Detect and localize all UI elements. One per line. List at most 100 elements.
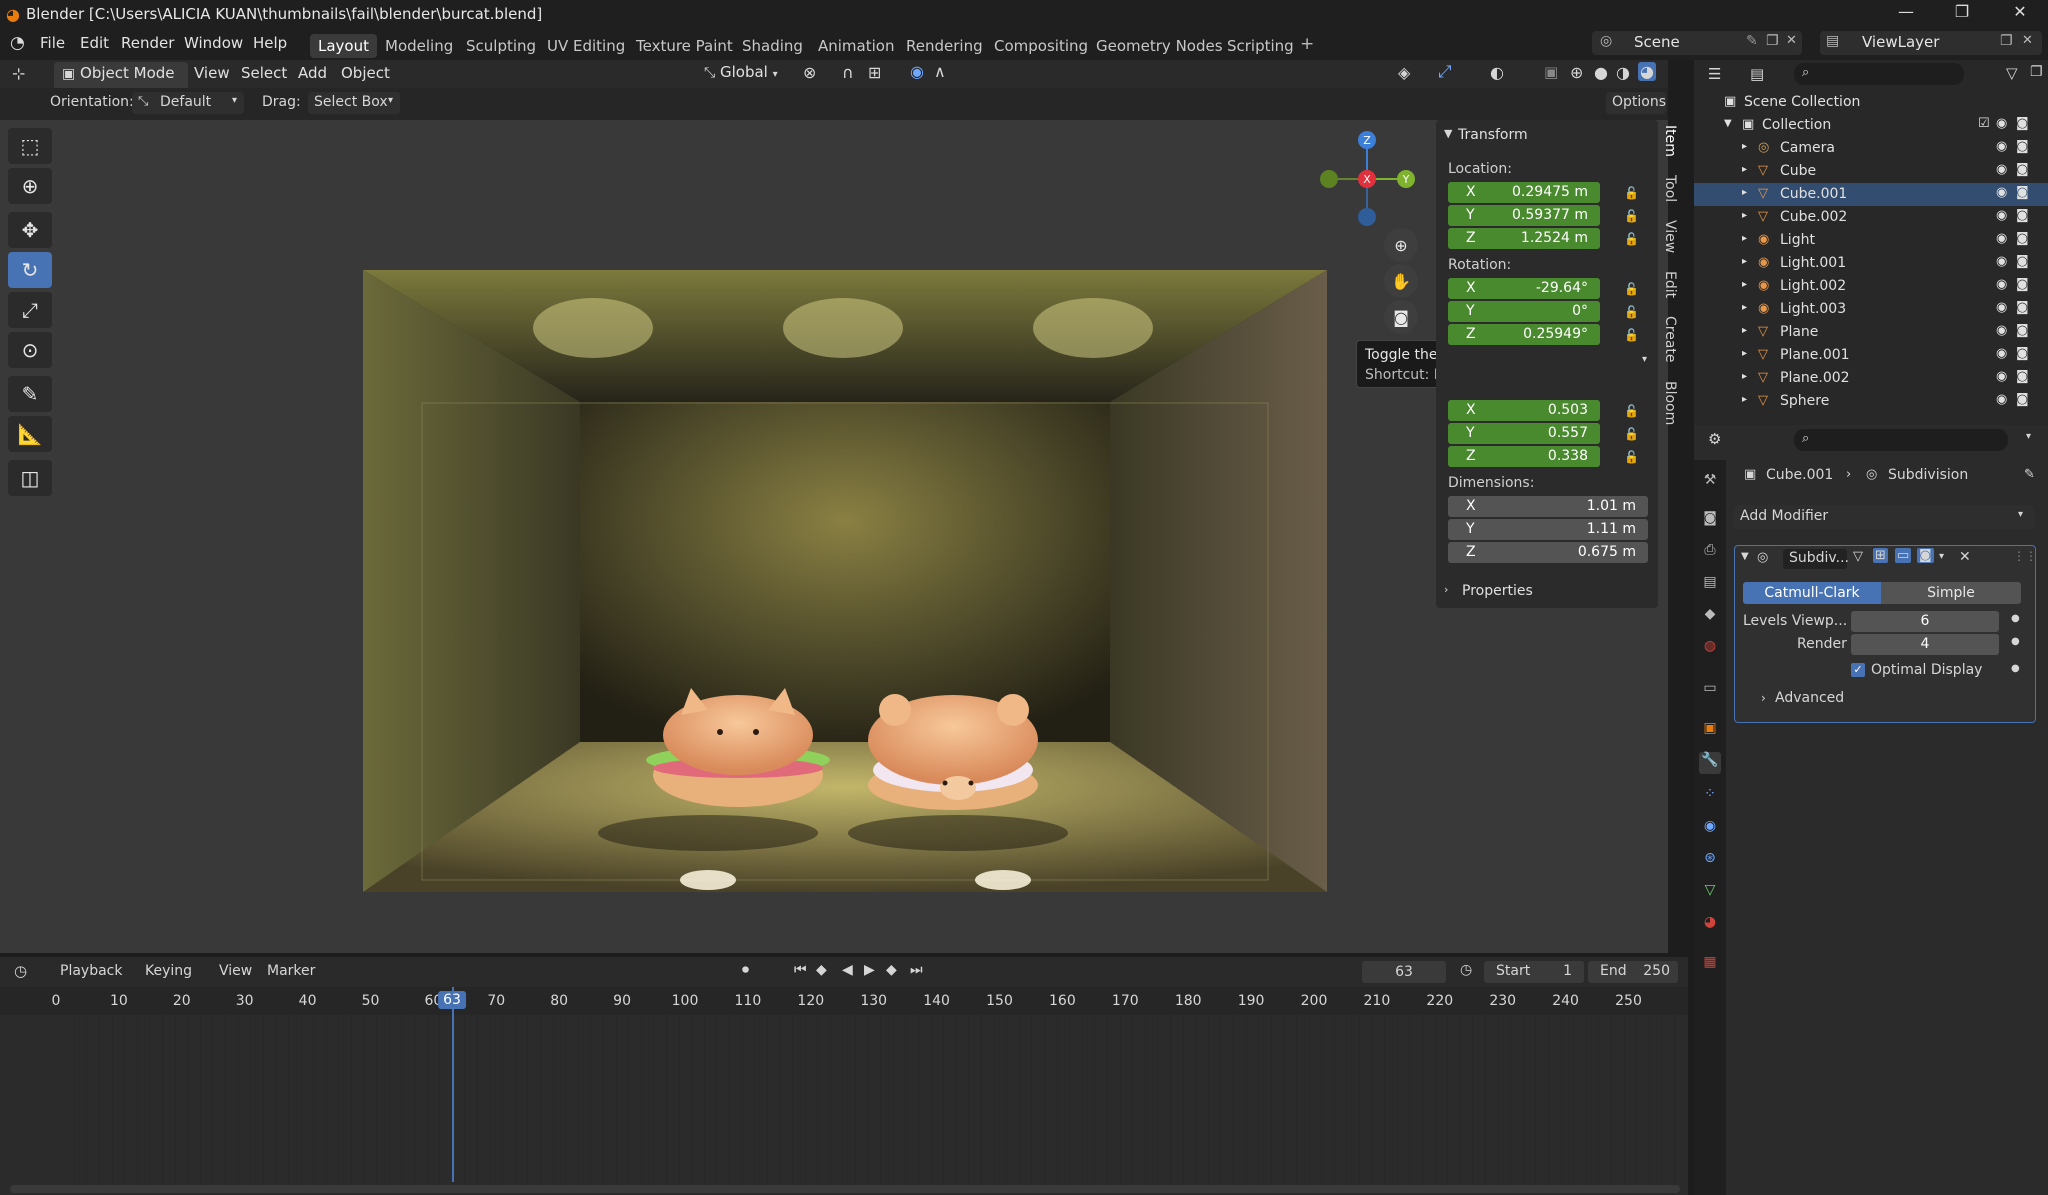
tab-rendering[interactable]: Rendering <box>898 34 991 58</box>
tab-edit[interactable]: Edit <box>1662 271 1678 298</box>
close-icon[interactable]: ✕ <box>1959 549 1971 565</box>
proportional-edit-icon[interactable]: ◉ <box>910 62 924 81</box>
render-toggle-icon[interactable]: ◙ <box>1917 548 1934 563</box>
scale-z-field[interactable]: Z 0.338 <box>1448 446 1600 467</box>
render-camera-icon[interactable]: ◙ <box>2016 185 2029 200</box>
texture-tab-icon[interactable]: ▦ <box>1699 954 1721 976</box>
outliner-row-object[interactable]: ▸ ◉ Light.003 ◉ ◙ <box>1694 298 2048 321</box>
scale-tool[interactable]: ⤢ <box>8 292 52 328</box>
minimize-button[interactable]: — <box>1886 2 1926 26</box>
transform-orientation-dropdown[interactable]: ⤡ Global ▾ <box>704 63 792 81</box>
lock-icon[interactable]: 🔓 <box>1624 209 1639 223</box>
eye-icon[interactable]: ◉ <box>1996 392 2007 407</box>
outliner-row-object[interactable]: ▸ ▽ Plane.001 ◉ ◙ <box>1694 344 2048 367</box>
eye-icon[interactable]: ◉ <box>1996 139 2007 154</box>
properties-search-input[interactable]: ⌕ <box>1794 429 2008 451</box>
close-button[interactable]: ✕ <box>2000 2 2040 26</box>
outliner-row-object[interactable]: ▸ ◉ Light.002 ◉ ◙ <box>1694 275 2048 298</box>
maximize-button[interactable]: ❐ <box>1942 2 1982 26</box>
add-modifier-dropdown[interactable]: Add Modifier ▾ <box>1734 505 2034 529</box>
timeline-menu-playback[interactable]: Playback <box>60 963 122 979</box>
tab-geometry-nodes[interactable]: Geometry Nodes <box>1088 34 1231 58</box>
timeline-scrollbar[interactable] <box>10 1185 1680 1193</box>
outliner-row-object[interactable]: ▸ ◎ Camera ◉ ◙ <box>1694 137 2048 160</box>
keyframe-dot-icon[interactable]: ● <box>2011 613 2020 624</box>
location-z-field[interactable]: Z 1.2524 m <box>1448 228 1600 249</box>
material-shading-icon[interactable]: ◑ <box>1616 63 1630 82</box>
eye-icon[interactable]: ◉ <box>1996 116 2007 131</box>
tab-texture-paint[interactable]: Texture Paint <box>628 34 741 58</box>
viewport-menu-view[interactable]: View <box>194 64 230 82</box>
tab-bloom[interactable]: Bloom <box>1662 381 1678 425</box>
clock-icon[interactable]: ◷ <box>1460 962 1472 978</box>
outliner-row-object[interactable]: ▸ ▽ Plane.002 ◉ ◙ <box>1694 367 2048 390</box>
transform-panel-title[interactable]: Transform <box>1458 127 1528 143</box>
lock-icon[interactable]: 🔓 <box>1624 328 1639 342</box>
outliner-row-collection[interactable]: ▼ ▣ Collection ☑ ◉ ◙ <box>1694 114 2048 137</box>
cage-toggle-icon[interactable]: ⊞ <box>1873 548 1888 563</box>
chevron-right-icon[interactable]: ▸ <box>1742 233 1747 244</box>
tab-shading[interactable]: Shading <box>734 34 811 58</box>
pan-button[interactable]: ✋ <box>1384 264 1418 298</box>
scale-y-field[interactable]: Y 0.557 <box>1448 423 1600 444</box>
select-box-tool[interactable]: ⬚ <box>8 128 52 164</box>
chevron-right-icon[interactable]: ▸ <box>1742 371 1747 382</box>
outliner-row-object[interactable]: ▸ ▽ Cube.001 ◉ ◙ <box>1694 183 2048 206</box>
tab-create[interactable]: Create <box>1662 316 1678 363</box>
render-camera-icon[interactable]: ◙ <box>2016 369 2029 384</box>
blender-menu-icon[interactable]: ◔ <box>10 33 25 53</box>
chevron-right-icon[interactable]: ▸ <box>1742 256 1747 267</box>
view-layer-tab-icon[interactable]: ▤ <box>1699 574 1721 596</box>
outliner-row-object[interactable]: ▸ ▽ Plane ◉ ◙ <box>1694 321 2048 344</box>
chevron-right-icon[interactable]: › <box>1444 583 1448 596</box>
gizmo-neg-y-axis[interactable] <box>1320 170 1338 188</box>
render-camera-icon[interactable]: ◙ <box>2016 323 2029 338</box>
timeline-menu-marker[interactable]: Marker <box>267 963 315 979</box>
eye-icon[interactable]: ◉ <box>1996 254 2007 269</box>
navigation-gizmo[interactable]: Z Y X <box>1316 128 1416 228</box>
tool-tab-icon[interactable]: ⚒ <box>1699 472 1721 494</box>
dimension-z-field[interactable]: Z 0.675 m <box>1448 542 1648 563</box>
visibility-icon[interactable]: ◈ <box>1398 63 1410 82</box>
eye-icon[interactable]: ◉ <box>1996 300 2007 315</box>
tab-compositing[interactable]: Compositing <box>986 34 1096 58</box>
tab-tool[interactable]: Tool <box>1662 175 1678 202</box>
eye-icon[interactable]: ◉ <box>1996 323 2007 338</box>
lock-icon[interactable]: 🔓 <box>1624 450 1639 464</box>
render-camera-icon[interactable]: ◙ <box>2016 300 2029 315</box>
lock-icon[interactable]: 🔓 <box>1624 282 1639 296</box>
outliner-editor-icon[interactable]: ☰ <box>1708 65 1721 83</box>
annotate-tool[interactable]: ✎ <box>8 376 52 412</box>
constraints-tab-icon[interactable]: ⊛ <box>1699 850 1721 872</box>
chevron-down-icon[interactable]: ▼ <box>1741 551 1749 562</box>
end-frame-field[interactable]: End 250 <box>1588 961 1678 983</box>
rotation-z-field[interactable]: Z 0.25949° <box>1448 324 1600 345</box>
render-camera-icon[interactable]: ◙ <box>2016 231 2029 246</box>
render-levels-field[interactable]: 4 <box>1851 634 1999 655</box>
drag-handle-icon[interactable]: ⋮⋮ <box>2013 549 2037 563</box>
playhead[interactable] <box>452 987 454 1182</box>
tab-layout[interactable]: Layout <box>310 34 377 58</box>
orientation-dropdown[interactable]: ⤡ Default ▾ <box>132 92 244 114</box>
scale-x-field[interactable]: X 0.503 <box>1448 400 1600 421</box>
outliner-row-object[interactable]: ▸ ◉ Light.001 ◉ ◙ <box>1694 252 2048 275</box>
outliner-row-object[interactable]: ▸ ◉ Light ◉ ◙ <box>1694 229 2048 252</box>
eye-icon[interactable]: ◉ <box>1996 185 2007 200</box>
new-viewlayer-icon[interactable]: ❐ <box>2000 33 2013 49</box>
drag-dropdown[interactable]: Select Box ▾ <box>308 92 400 114</box>
tab-sculpting[interactable]: Sculpting <box>458 34 544 58</box>
gizmo-neg-z-axis[interactable] <box>1358 208 1376 226</box>
playhead-frame-label[interactable]: 63 <box>438 991 466 1009</box>
chevron-right-icon[interactable]: ▸ <box>1742 187 1747 198</box>
lock-icon[interactable]: 🔓 <box>1624 305 1639 319</box>
new-collection-icon[interactable]: ❐ <box>2030 64 2043 80</box>
tab-view[interactable]: View <box>1662 220 1678 253</box>
next-keyframe-icon[interactable]: ◆ <box>886 962 897 978</box>
material-tab-icon[interactable]: ◕ <box>1699 914 1721 936</box>
chevron-right-icon[interactable]: ▸ <box>1742 141 1747 152</box>
lock-icon[interactable]: 🔓 <box>1624 232 1639 246</box>
pin-icon[interactable]: ✎ <box>2024 467 2035 482</box>
filter-funnel-icon[interactable]: ▽ <box>2006 64 2018 82</box>
edit-mode-toggle-icon[interactable]: ▽ <box>1853 549 1863 564</box>
levels-viewport-field[interactable]: 6 <box>1851 611 1999 632</box>
